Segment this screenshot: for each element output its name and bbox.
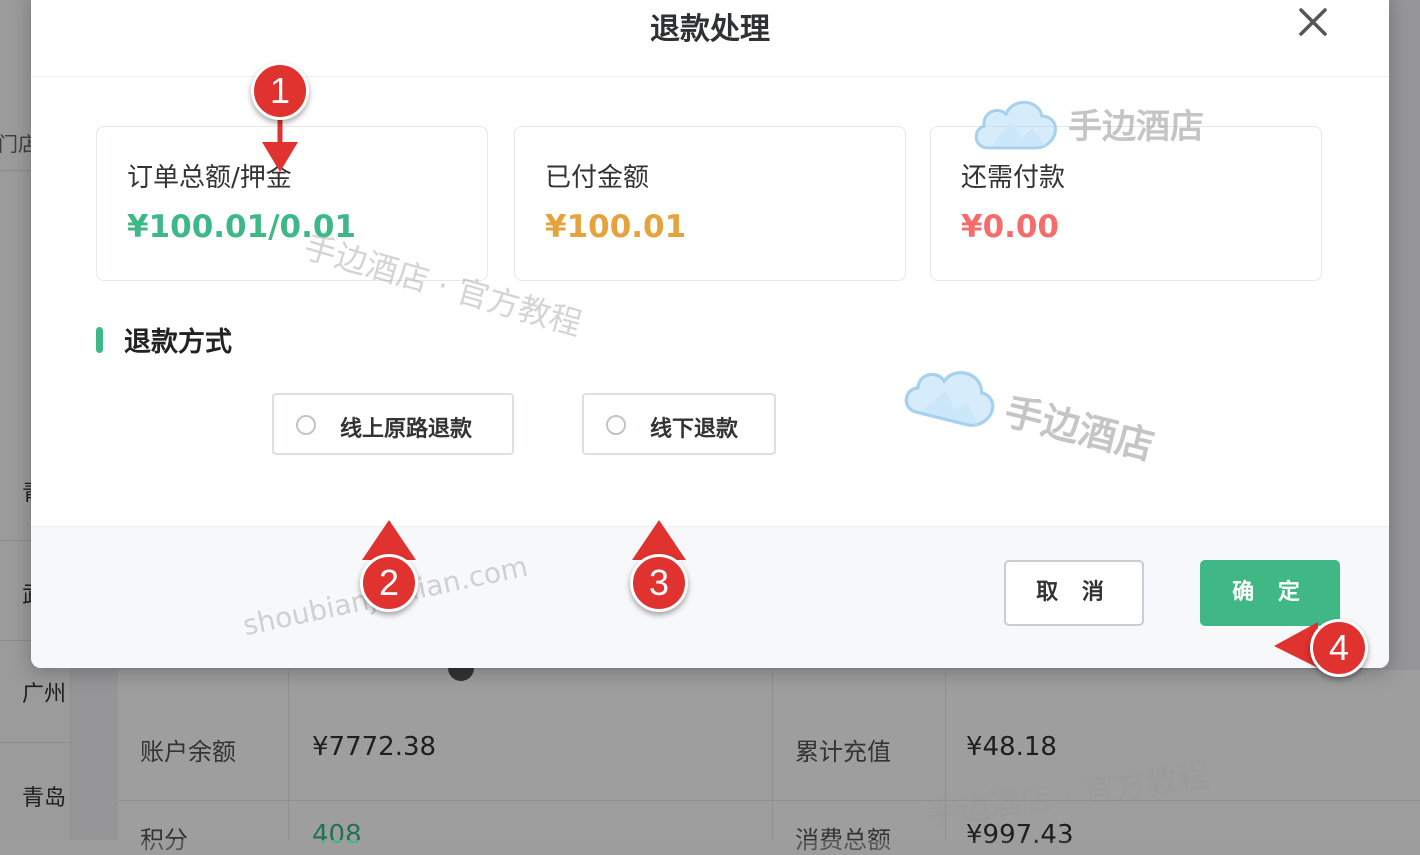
annotation-arrows xyxy=(262,118,1318,668)
annotation-marker-1: 1 xyxy=(251,62,309,120)
annotation-marker-4: 4 xyxy=(1310,619,1368,677)
annotation-marker-3: 3 xyxy=(630,554,688,612)
annotation-marker-2: 2 xyxy=(360,554,418,612)
